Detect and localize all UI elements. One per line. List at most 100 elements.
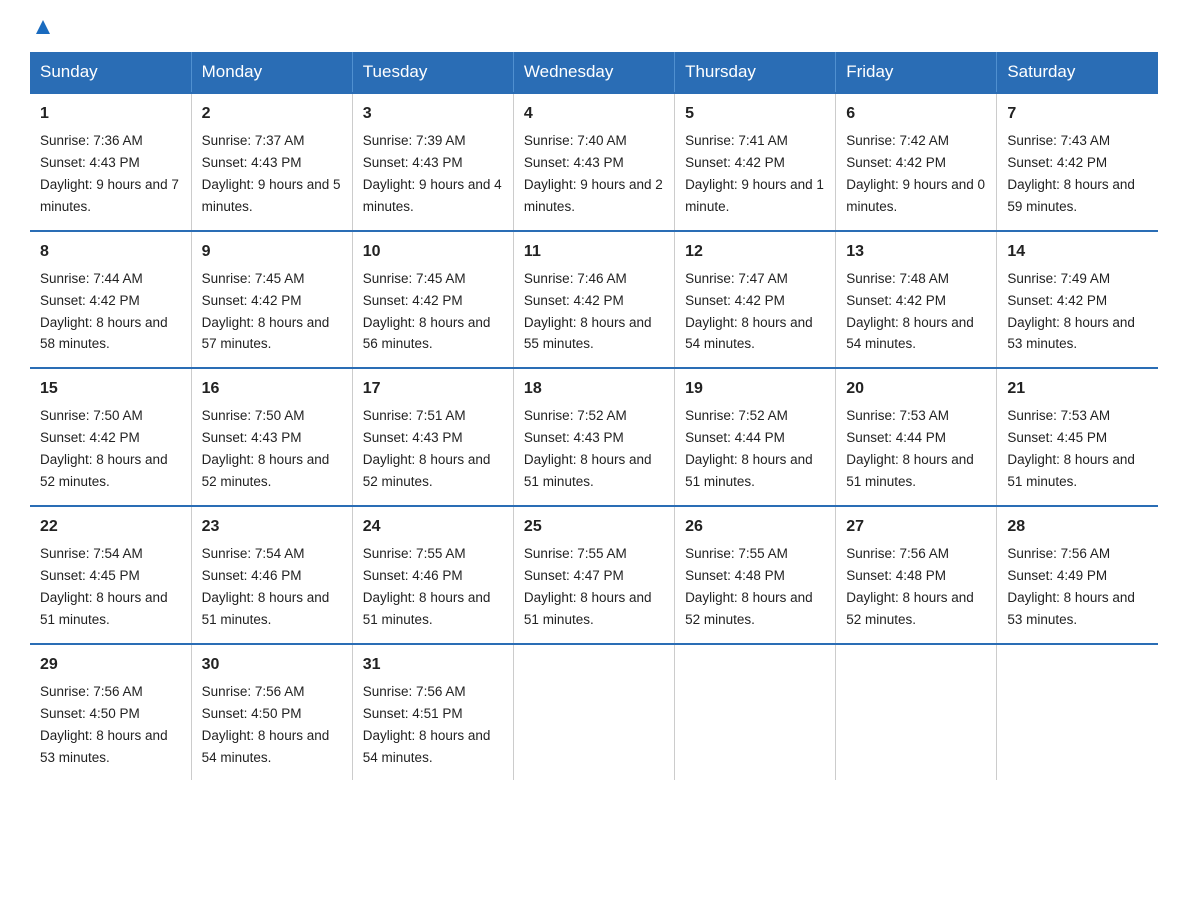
weekday-header-thursday: Thursday: [675, 52, 836, 93]
day-number: 27: [846, 515, 986, 539]
day-info: Sunrise: 7:53 AMSunset: 4:44 PMDaylight:…: [846, 408, 974, 489]
calendar-cell: 3 Sunrise: 7:39 AMSunset: 4:43 PMDayligh…: [352, 93, 513, 231]
day-info: Sunrise: 7:47 AMSunset: 4:42 PMDaylight:…: [685, 271, 813, 352]
calendar-cell: 14 Sunrise: 7:49 AMSunset: 4:42 PMDaylig…: [997, 231, 1158, 369]
calendar-week-row: 15 Sunrise: 7:50 AMSunset: 4:42 PMDaylig…: [30, 368, 1158, 506]
weekday-header-tuesday: Tuesday: [352, 52, 513, 93]
day-info: Sunrise: 7:54 AMSunset: 4:46 PMDaylight:…: [202, 546, 330, 627]
day-info: Sunrise: 7:44 AMSunset: 4:42 PMDaylight:…: [40, 271, 168, 352]
weekday-header-sunday: Sunday: [30, 52, 191, 93]
day-number: 30: [202, 653, 342, 677]
day-number: 8: [40, 240, 181, 264]
day-info: Sunrise: 7:56 AMSunset: 4:51 PMDaylight:…: [363, 684, 491, 765]
calendar-cell: 7 Sunrise: 7:43 AMSunset: 4:42 PMDayligh…: [997, 93, 1158, 231]
day-info: Sunrise: 7:48 AMSunset: 4:42 PMDaylight:…: [846, 271, 974, 352]
weekday-header-wednesday: Wednesday: [513, 52, 674, 93]
day-number: 17: [363, 377, 503, 401]
day-info: Sunrise: 7:51 AMSunset: 4:43 PMDaylight:…: [363, 408, 491, 489]
logo: [30, 20, 54, 34]
day-number: 11: [524, 240, 664, 264]
weekday-header-row: SundayMondayTuesdayWednesdayThursdayFrid…: [30, 52, 1158, 93]
day-number: 26: [685, 515, 825, 539]
calendar-week-row: 1 Sunrise: 7:36 AMSunset: 4:43 PMDayligh…: [30, 93, 1158, 231]
calendar-cell: 21 Sunrise: 7:53 AMSunset: 4:45 PMDaylig…: [997, 368, 1158, 506]
day-info: Sunrise: 7:45 AMSunset: 4:42 PMDaylight:…: [202, 271, 330, 352]
day-number: 4: [524, 102, 664, 126]
day-number: 28: [1007, 515, 1148, 539]
weekday-header-monday: Monday: [191, 52, 352, 93]
day-info: Sunrise: 7:45 AMSunset: 4:42 PMDaylight:…: [363, 271, 491, 352]
day-info: Sunrise: 7:55 AMSunset: 4:46 PMDaylight:…: [363, 546, 491, 627]
calendar-cell: 19 Sunrise: 7:52 AMSunset: 4:44 PMDaylig…: [675, 368, 836, 506]
calendar-cell: [997, 644, 1158, 781]
day-info: Sunrise: 7:49 AMSunset: 4:42 PMDaylight:…: [1007, 271, 1135, 352]
calendar-cell: 8 Sunrise: 7:44 AMSunset: 4:42 PMDayligh…: [30, 231, 191, 369]
day-number: 23: [202, 515, 342, 539]
day-info: Sunrise: 7:42 AMSunset: 4:42 PMDaylight:…: [846, 133, 985, 214]
calendar-cell: [513, 644, 674, 781]
day-info: Sunrise: 7:54 AMSunset: 4:45 PMDaylight:…: [40, 546, 168, 627]
calendar-cell: 20 Sunrise: 7:53 AMSunset: 4:44 PMDaylig…: [836, 368, 997, 506]
calendar-cell: 11 Sunrise: 7:46 AMSunset: 4:42 PMDaylig…: [513, 231, 674, 369]
day-number: 20: [846, 377, 986, 401]
calendar-cell: 30 Sunrise: 7:56 AMSunset: 4:50 PMDaylig…: [191, 644, 352, 781]
weekday-header-saturday: Saturday: [997, 52, 1158, 93]
calendar-header: SundayMondayTuesdayWednesdayThursdayFrid…: [30, 52, 1158, 93]
day-info: Sunrise: 7:55 AMSunset: 4:47 PMDaylight:…: [524, 546, 652, 627]
day-number: 22: [40, 515, 181, 539]
day-number: 10: [363, 240, 503, 264]
calendar-cell: 13 Sunrise: 7:48 AMSunset: 4:42 PMDaylig…: [836, 231, 997, 369]
calendar-cell: 1 Sunrise: 7:36 AMSunset: 4:43 PMDayligh…: [30, 93, 191, 231]
day-number: 16: [202, 377, 342, 401]
calendar-cell: 12 Sunrise: 7:47 AMSunset: 4:42 PMDaylig…: [675, 231, 836, 369]
calendar-cell: 17 Sunrise: 7:51 AMSunset: 4:43 PMDaylig…: [352, 368, 513, 506]
day-number: 18: [524, 377, 664, 401]
calendar-week-row: 8 Sunrise: 7:44 AMSunset: 4:42 PMDayligh…: [30, 231, 1158, 369]
day-info: Sunrise: 7:43 AMSunset: 4:42 PMDaylight:…: [1007, 133, 1135, 214]
day-number: 15: [40, 377, 181, 401]
weekday-header-friday: Friday: [836, 52, 997, 93]
day-info: Sunrise: 7:50 AMSunset: 4:42 PMDaylight:…: [40, 408, 168, 489]
day-number: 6: [846, 102, 986, 126]
day-number: 19: [685, 377, 825, 401]
calendar-cell: 24 Sunrise: 7:55 AMSunset: 4:46 PMDaylig…: [352, 506, 513, 644]
day-info: Sunrise: 7:46 AMSunset: 4:42 PMDaylight:…: [524, 271, 652, 352]
day-info: Sunrise: 7:37 AMSunset: 4:43 PMDaylight:…: [202, 133, 341, 214]
day-number: 3: [363, 102, 503, 126]
day-number: 29: [40, 653, 181, 677]
day-number: 24: [363, 515, 503, 539]
day-number: 31: [363, 653, 503, 677]
day-number: 13: [846, 240, 986, 264]
day-number: 7: [1007, 102, 1148, 126]
calendar-body: 1 Sunrise: 7:36 AMSunset: 4:43 PMDayligh…: [30, 93, 1158, 780]
calendar-cell: 6 Sunrise: 7:42 AMSunset: 4:42 PMDayligh…: [836, 93, 997, 231]
calendar-cell: 9 Sunrise: 7:45 AMSunset: 4:42 PMDayligh…: [191, 231, 352, 369]
calendar-table: SundayMondayTuesdayWednesdayThursdayFrid…: [30, 52, 1158, 780]
logo-triangle-icon: [32, 16, 54, 38]
day-info: Sunrise: 7:40 AMSunset: 4:43 PMDaylight:…: [524, 133, 663, 214]
day-info: Sunrise: 7:36 AMSunset: 4:43 PMDaylight:…: [40, 133, 179, 214]
day-info: Sunrise: 7:56 AMSunset: 4:49 PMDaylight:…: [1007, 546, 1135, 627]
day-number: 25: [524, 515, 664, 539]
calendar-cell: 28 Sunrise: 7:56 AMSunset: 4:49 PMDaylig…: [997, 506, 1158, 644]
calendar-cell: [675, 644, 836, 781]
day-info: Sunrise: 7:52 AMSunset: 4:43 PMDaylight:…: [524, 408, 652, 489]
calendar-cell: 22 Sunrise: 7:54 AMSunset: 4:45 PMDaylig…: [30, 506, 191, 644]
day-info: Sunrise: 7:53 AMSunset: 4:45 PMDaylight:…: [1007, 408, 1135, 489]
day-number: 1: [40, 102, 181, 126]
calendar-cell: 26 Sunrise: 7:55 AMSunset: 4:48 PMDaylig…: [675, 506, 836, 644]
day-info: Sunrise: 7:52 AMSunset: 4:44 PMDaylight:…: [685, 408, 813, 489]
day-number: 12: [685, 240, 825, 264]
calendar-cell: 29 Sunrise: 7:56 AMSunset: 4:50 PMDaylig…: [30, 644, 191, 781]
day-number: 14: [1007, 240, 1148, 264]
calendar-cell: 25 Sunrise: 7:55 AMSunset: 4:47 PMDaylig…: [513, 506, 674, 644]
page-header: [30, 20, 1158, 34]
calendar-cell: 4 Sunrise: 7:40 AMSunset: 4:43 PMDayligh…: [513, 93, 674, 231]
day-number: 9: [202, 240, 342, 264]
calendar-cell: 10 Sunrise: 7:45 AMSunset: 4:42 PMDaylig…: [352, 231, 513, 369]
day-number: 21: [1007, 377, 1148, 401]
day-info: Sunrise: 7:56 AMSunset: 4:48 PMDaylight:…: [846, 546, 974, 627]
calendar-cell: 23 Sunrise: 7:54 AMSunset: 4:46 PMDaylig…: [191, 506, 352, 644]
calendar-cell: [836, 644, 997, 781]
day-number: 2: [202, 102, 342, 126]
